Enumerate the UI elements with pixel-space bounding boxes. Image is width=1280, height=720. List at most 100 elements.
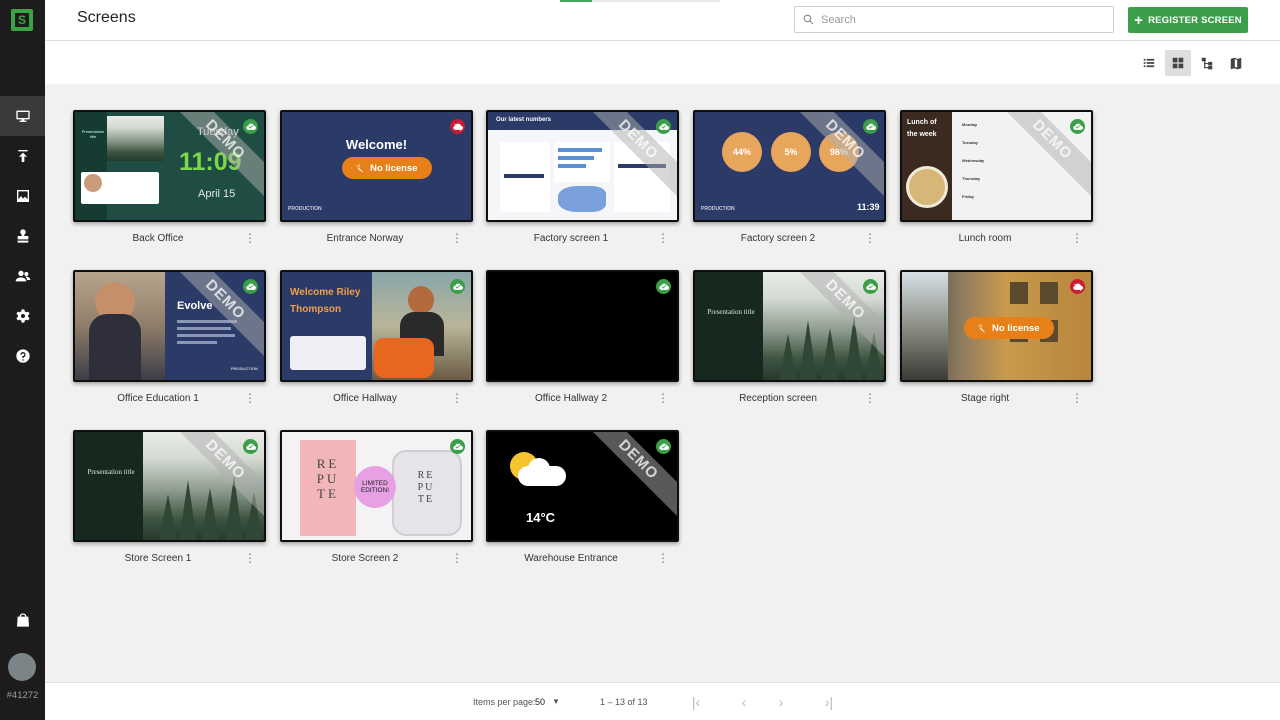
thumb-heading: Welcome! (345, 137, 408, 152)
register-screen-button[interactable]: + REGISTER SCREEN (1128, 7, 1248, 33)
more-vert-icon[interactable]: ⋮ (1071, 391, 1083, 405)
screen-card[interactable]: 44% 5% 98% PRODUCTION 11:39 DEMO Factory… (693, 110, 886, 250)
more-vert-icon[interactable]: ⋮ (244, 231, 256, 245)
screen-card[interactable]: Presentation title Tuesday 11:09 April 1… (73, 110, 266, 250)
thumb-heading: Our latest numbers (496, 117, 552, 123)
screen-thumbnail[interactable]: No license (900, 270, 1093, 382)
view-toolbar (45, 41, 1280, 84)
sidebar-item-help[interactable] (0, 336, 45, 376)
no-license-badge: No license (964, 317, 1054, 339)
account-id: #41272 (6, 690, 39, 701)
screen-name: Factory screen 1 (533, 233, 609, 244)
sidebar-item-publish[interactable] (0, 136, 45, 176)
page-title: Screens (77, 9, 136, 26)
monitor-icon (15, 110, 30, 122)
last-page-icon[interactable]: ›| (820, 693, 838, 711)
screen-thumbnail[interactable]: Presentation title DEMO (693, 270, 886, 382)
more-vert-icon[interactable]: ⋮ (657, 391, 669, 405)
search-input[interactable] (821, 13, 1101, 26)
more-vert-icon[interactable]: ⋮ (657, 551, 669, 565)
thumb-heading: Lunch of the week (907, 119, 937, 138)
screen-card[interactable]: Evolve PRODUCTION DEMO Office Education … (73, 270, 266, 410)
more-vert-icon[interactable]: ⋮ (864, 231, 876, 245)
more-vert-icon[interactable]: ⋮ (244, 551, 256, 565)
thumb-box-text: RE PU TE (316, 456, 340, 501)
thumb-clock: 11:39 (857, 202, 880, 212)
online-status-icon (656, 279, 671, 294)
plus-icon: + (1134, 11, 1144, 29)
screen-card[interactable]: Welcome! No license PRODUCTION Entrance … (280, 110, 473, 250)
more-vert-icon[interactable]: ⋮ (657, 231, 669, 245)
paginator: Items per page: 50 ▼ 1 – 13 of 13 |‹ ‹ ›… (45, 682, 1280, 720)
screen-card[interactable]: 14°C DEMO Warehouse Entrance ⋮ (486, 430, 679, 570)
tree-view-button[interactable] (1194, 50, 1220, 76)
screen-thumbnail[interactable]: 44% 5% 98% PRODUCTION 11:39 DEMO (693, 110, 886, 222)
screen-thumbnail[interactable]: Welcome! No license PRODUCTION (280, 110, 473, 222)
screen-name: Office Hallway 2 (534, 393, 608, 404)
screen-thumbnail[interactable]: Presentation title DEMO (73, 430, 266, 542)
people-icon (15, 270, 30, 282)
screen-thumbnail[interactable]: Evolve PRODUCTION DEMO (73, 270, 266, 382)
online-status-icon (243, 279, 258, 294)
screen-card[interactable]: No license Stage right ⋮ (900, 270, 1093, 410)
more-vert-icon[interactable]: ⋮ (864, 391, 876, 405)
more-vert-icon[interactable]: ⋮ (451, 391, 463, 405)
online-status-icon (656, 439, 671, 454)
offline-status-icon (1070, 279, 1085, 294)
screen-name: Entrance Norway (326, 233, 404, 244)
sidebar-item-media[interactable] (0, 176, 45, 216)
previous-page-icon[interactable]: ‹ (735, 693, 753, 711)
thumb-date: April 15 (198, 188, 236, 200)
grid-view-button[interactable] (1165, 50, 1191, 76)
online-status-icon (243, 439, 258, 454)
offline-status-icon (450, 119, 465, 134)
map-view-button[interactable] (1223, 50, 1249, 76)
screen-card[interactable]: Office Hallway 2 ⋮ (486, 270, 679, 410)
sidebar-item-settings[interactable] (0, 296, 45, 336)
register-screen-label: REGISTER SCREEN (1148, 14, 1242, 26)
search-icon (803, 14, 814, 25)
first-page-icon[interactable]: |‹ (687, 693, 705, 711)
screen-thumbnail[interactable]: 14°C DEMO (486, 430, 679, 542)
screen-thumbnail[interactable]: Our latest numbers DEMO (486, 110, 679, 222)
list-view-button[interactable] (1136, 50, 1162, 76)
online-status-icon (450, 439, 465, 454)
thumb-day: Tuesday (962, 140, 978, 145)
screen-card[interactable]: Presentation title DEMO Store Screen 1 ⋮ (73, 430, 266, 570)
screen-thumbnail[interactable]: Presentation title Tuesday 11:09 April 1… (73, 110, 266, 222)
more-vert-icon[interactable]: ⋮ (451, 551, 463, 565)
screen-card[interactable]: Lunch of the week Monday Tuesday Wednesd… (900, 110, 1093, 250)
upload-icon (17, 150, 28, 162)
sidebar: S #41272 (0, 0, 45, 720)
image-icon (16, 190, 29, 202)
screen-card[interactable]: Welcome Riley Thompson Office Hallway ⋮ (280, 270, 473, 410)
sidebar-item-store[interactable] (0, 600, 45, 640)
app-logo[interactable]: S (11, 9, 33, 31)
screen-card[interactable]: RE PU TE RE PU TE LIMITED EDITION! Store… (280, 430, 473, 570)
screen-thumbnail[interactable]: Welcome Riley Thompson (280, 270, 473, 382)
gear-icon (15, 309, 30, 323)
sidebar-item-screens[interactable] (0, 96, 45, 136)
dropdown-arrow-icon[interactable]: ▼ (551, 697, 561, 706)
more-vert-icon[interactable]: ⋮ (244, 391, 256, 405)
more-vert-icon[interactable]: ⋮ (1071, 231, 1083, 245)
avatar[interactable] (8, 653, 36, 681)
list-view-icon (1143, 58, 1155, 68)
screen-card[interactable]: Our latest numbers DEMO Factory screen 1… (486, 110, 679, 250)
thumb-day: Thursday (962, 176, 981, 181)
stat-circle: 44% (722, 132, 762, 172)
thumb-day: Wednesday (962, 158, 985, 163)
screen-thumbnail[interactable] (486, 270, 679, 382)
sidebar-item-stamp[interactable] (0, 216, 45, 256)
more-vert-icon[interactable]: ⋮ (451, 231, 463, 245)
screen-thumbnail[interactable]: RE PU TE RE PU TE LIMITED EDITION! (280, 430, 473, 542)
screen-card[interactable]: Presentation title DEMO Reception screen… (693, 270, 886, 410)
search-box[interactable] (794, 6, 1114, 33)
stat-circle: 5% (771, 132, 811, 172)
screen-name: Office Education 1 (117, 393, 199, 404)
no-license-icon (977, 324, 985, 333)
sidebar-item-users[interactable] (0, 256, 45, 296)
items-per-page-select[interactable]: 50 (535, 697, 545, 707)
screen-thumbnail[interactable]: Lunch of the week Monday Tuesday Wednesd… (900, 110, 1093, 222)
next-page-icon[interactable]: › (772, 693, 790, 711)
